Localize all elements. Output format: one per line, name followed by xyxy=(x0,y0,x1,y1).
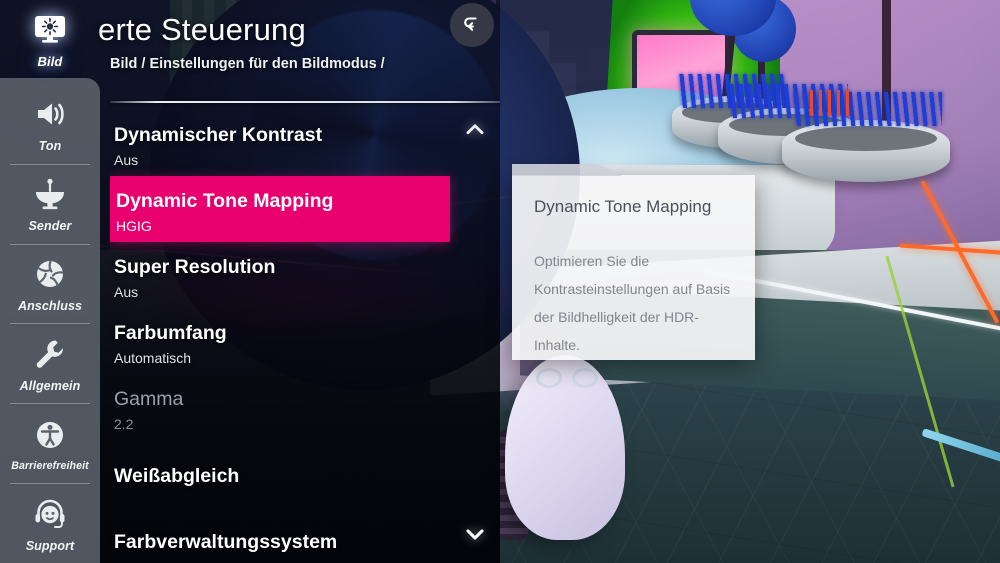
headset-support-icon xyxy=(30,494,70,534)
sidebar-item-anschluss[interactable]: Anschluss xyxy=(0,243,100,324)
page-title: erte Steuerung xyxy=(98,12,306,47)
sidebar-item-sender[interactable]: Sender xyxy=(0,163,100,244)
sidebar-item-ton[interactable]: Ton xyxy=(0,84,100,164)
network-globe-icon xyxy=(30,254,70,294)
panel-header: erte Steuerung Bild / Einstellungen für … xyxy=(98,0,500,100)
accessibility-icon xyxy=(30,415,70,455)
tooltip-body: Optimieren Sie die Kontrasteinstellungen… xyxy=(534,253,731,353)
sidebar-item-label: Ton xyxy=(38,139,62,154)
list-item[interactable]: Super Resolution Aus xyxy=(110,242,500,308)
tv-settings-screen: Bild Ton Sender Anschluss Allgemein Barr… xyxy=(0,0,1000,563)
display-brightness-icon xyxy=(30,10,70,50)
sidebar-item-label: Bild xyxy=(37,53,63,69)
sidebar-item-label: Anschluss xyxy=(17,299,83,314)
tooltip-title: Dynamic Tone Mapping xyxy=(534,197,712,216)
list-item[interactable]: Farbverwaltungssystem xyxy=(110,506,500,563)
setting-title: Farbverwaltungssystem xyxy=(114,531,338,554)
settings-list: Dynamischer Kontrast Aus Dynamic Tone Ma… xyxy=(110,110,500,563)
list-item[interactable]: Dynamischer Kontrast Aus xyxy=(110,110,500,176)
setting-title: Dynamic Tone Mapping xyxy=(116,190,334,213)
setting-title: Gamma xyxy=(114,388,184,411)
back-arrow-icon xyxy=(460,11,484,40)
sidebar-item-support[interactable]: Support xyxy=(0,483,100,563)
sidebar-item-barrierefreiheit[interactable]: Barrierefreiheit xyxy=(0,403,100,483)
setting-value: Aus xyxy=(114,151,139,168)
sidebar-item-label: Support xyxy=(25,538,75,553)
list-item-disabled[interactable]: Gamma 2.2 xyxy=(110,374,500,440)
scene-character-eye xyxy=(572,368,598,388)
setting-title: Weißabgleich xyxy=(114,465,240,488)
sidebar-item-allgemein[interactable]: Allgemein xyxy=(0,323,100,403)
back-button[interactable] xyxy=(450,3,494,47)
breadcrumb: Bild / Einstellungen für den Bildmodus / xyxy=(110,56,385,72)
speaker-icon xyxy=(30,94,70,134)
wrench-icon xyxy=(30,334,70,374)
list-item-selected[interactable]: Dynamic Tone Mapping HGIG xyxy=(110,176,450,242)
setting-title: Dynamischer Kontrast xyxy=(114,124,323,147)
setting-value: Automatisch xyxy=(114,349,192,366)
setting-value: Aus xyxy=(114,283,139,300)
help-tooltip: Dynamic Tone Mapping Optimieren Sie die … xyxy=(512,164,755,360)
setting-value: 2.2 xyxy=(114,415,134,432)
scene-character-eye xyxy=(536,368,562,388)
list-item[interactable]: Weißabgleich xyxy=(110,440,500,506)
sidebar-item-bild[interactable]: Bild xyxy=(0,0,100,78)
chevron-up-icon xyxy=(462,124,488,146)
sidebar-item-label: Allgemein xyxy=(19,378,81,393)
setting-title: Super Resolution xyxy=(114,256,276,279)
sidebar-rail: Ton Sender Anschluss Allgemein Barrieref… xyxy=(0,78,100,563)
setting-title: Farbumfang xyxy=(114,322,227,345)
header-divider xyxy=(110,101,500,103)
list-item[interactable]: Farbumfang Automatisch xyxy=(110,308,500,374)
scene-planter-pod xyxy=(782,90,950,182)
scroll-down-button[interactable] xyxy=(462,521,488,547)
scroll-up-button[interactable] xyxy=(462,116,488,142)
setting-value: HGIG xyxy=(116,217,152,234)
satellite-dish-icon xyxy=(30,174,70,214)
sidebar-item-label: Sender xyxy=(28,219,72,234)
sidebar-item-label: Barrierefreiheit xyxy=(11,459,89,472)
chevron-down-icon xyxy=(462,529,488,551)
